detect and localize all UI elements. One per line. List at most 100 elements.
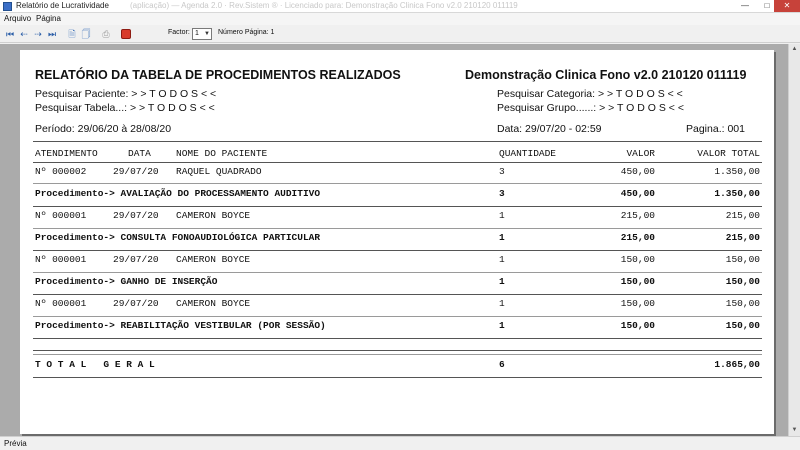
table-row: Nº 000001 29/07/20 CAMERON BOYCE 1 215,0… <box>20 210 774 224</box>
grand-total-value: 1.865,00 <box>714 359 760 370</box>
two-pages-icon[interactable]: 🗍 <box>80 28 92 40</box>
procedure-row: Procedimento-> REABILITAÇÃO VESTIBULAR (… <box>20 320 774 334</box>
grand-total-quantity: 6 <box>499 359 505 370</box>
procedure-value: 150,00 <box>620 276 655 287</box>
first-page-icon[interactable]: ⏮ <box>4 28 16 40</box>
procedure-row: Procedimento-> GANHO DE INSERÇÃO 1 150,0… <box>20 276 774 290</box>
row-divider <box>33 316 762 317</box>
group-divider <box>33 338 762 339</box>
procedure-total: 150,00 <box>725 276 760 287</box>
next-page-icon[interactable]: ⇢ <box>32 28 44 40</box>
grand-total-row: T O T A L G E R A L 6 1.865,00 <box>20 359 774 373</box>
row-patient-name: CAMERON BOYCE <box>176 298 251 309</box>
menu-arquivo[interactable]: Arquivo <box>4 14 31 23</box>
procedure-row: Procedimento-> CONSULTA FONOAUDIOLÓGICA … <box>20 232 774 246</box>
total-top-rule-2 <box>33 354 762 355</box>
status-bar: Prévia <box>0 436 800 450</box>
procedure-quantity: 1 <box>499 320 505 331</box>
report-window: Relatório de Lucratividade (aplicação) —… <box>0 0 800 450</box>
procedure-total: 215,00 <box>725 232 760 243</box>
row-number: Nº 000001 <box>35 298 87 309</box>
table-row: Nº 000002 29/07/20 RAQUEL QUADRADO 3 450… <box>20 166 774 180</box>
procedure-label: Procedimento-> GANHO DE INSERÇÃO <box>35 276 218 287</box>
stop-icon[interactable] <box>121 29 131 39</box>
procedure-value: 215,00 <box>620 232 655 243</box>
procedure-label: Procedimento-> AVALIAÇÃO DO PROCESSAMENT… <box>35 188 321 199</box>
row-date: 29/07/20 <box>113 254 159 265</box>
row-quantity: 3 <box>499 166 505 177</box>
group-divider <box>33 294 762 295</box>
window-title-faded: (aplicação) — Agenda 2.0 · Rev.Sistem ® … <box>130 1 518 10</box>
report-title: RELATÓRIO DA TABELA DE PROCEDIMENTOS REA… <box>35 68 401 82</box>
previous-page-icon[interactable]: ⇠ <box>18 28 30 40</box>
total-top-rule <box>33 350 762 351</box>
close-button[interactable]: ✕ <box>774 0 800 12</box>
procedure-label: Procedimento-> REABILITAÇÃO VESTIBULAR (… <box>35 320 326 331</box>
row-total: 215,00 <box>725 210 760 221</box>
toolbar: ⏮ ⇠ ⇢ ⏭ 🗎 🗍 ⎙ Factor: 1 ▼ Número Página:… <box>0 25 800 43</box>
row-total: 150,00 <box>725 254 760 265</box>
procedure-quantity: 1 <box>499 232 505 243</box>
row-patient-name: CAMERON BOYCE <box>176 254 251 265</box>
table-row: Nº 000001 29/07/20 CAMERON BOYCE 1 150,0… <box>20 254 774 268</box>
total-bottom-rule <box>33 377 762 378</box>
row-patient-name: CAMERON BOYCE <box>176 210 251 221</box>
procedure-total: 150,00 <box>725 320 760 331</box>
chevron-down-icon: ▼ <box>204 31 210 37</box>
col-atendimento: ATENDIMENTO <box>35 148 98 159</box>
report-preview-area[interactable]: RELATÓRIO DA TABELA DE PROCEDIMENTOS REA… <box>0 44 788 436</box>
row-quantity: 1 <box>499 210 505 221</box>
row-divider <box>33 272 762 273</box>
factor-label: Factor: <box>168 29 190 36</box>
row-quantity: 1 <box>499 298 505 309</box>
header-divider <box>33 141 762 142</box>
row-value: 150,00 <box>620 254 655 265</box>
row-value: 450,00 <box>620 166 655 177</box>
menu-pagina[interactable]: Página <box>36 14 61 23</box>
col-paciente: NOME DO PACIENTE <box>176 148 268 159</box>
print-icon[interactable]: ⎙ <box>100 28 112 40</box>
filter-tabela: Pesquisar Tabela...: > > T O D O S < < <box>35 102 215 114</box>
procedure-value: 150,00 <box>620 320 655 331</box>
row-number: Nº 000001 <box>35 254 87 265</box>
vertical-scrollbar[interactable]: ▲ ▼ <box>788 44 800 436</box>
table-row: Nº 000001 29/07/20 CAMERON BOYCE 1 150,0… <box>20 298 774 312</box>
col-valor-total: VALOR TOTAL <box>697 148 760 159</box>
status-text: Prévia <box>4 439 27 448</box>
row-date: 29/07/20 <box>113 166 159 177</box>
row-quantity: 1 <box>499 254 505 265</box>
scroll-down-icon[interactable]: ▼ <box>789 425 800 436</box>
columns-divider <box>33 162 762 163</box>
filter-grupo: Pesquisar Grupo......: > > T O D O S < < <box>497 102 684 114</box>
last-page-icon[interactable]: ⏭ <box>46 28 58 40</box>
filter-categoria: Pesquisar Categoria: > > T O D O S < < <box>497 88 683 100</box>
page-number: Pagina.: 001 <box>686 123 745 135</box>
row-total: 150,00 <box>725 298 760 309</box>
row-value: 215,00 <box>620 210 655 221</box>
report-date: Data: 29/07/20 - 02:59 <box>497 123 602 135</box>
procedure-quantity: 3 <box>499 188 505 199</box>
page-number-label: Número Página: 1 <box>218 29 275 36</box>
scroll-up-icon[interactable]: ▲ <box>789 44 800 55</box>
report-page: RELATÓRIO DA TABELA DE PROCEDIMENTOS REA… <box>20 50 774 434</box>
menu-bar: Arquivo Página <box>0 13 800 25</box>
row-date: 29/07/20 <box>113 210 159 221</box>
col-quantidade: QUANTIDADE <box>499 148 557 159</box>
window-title: Relatório de Lucratividade <box>16 1 109 10</box>
periodo: Período: 29/06/20 à 28/08/20 <box>35 123 172 135</box>
grand-total-label: T O T A L G E R A L <box>35 359 155 370</box>
title-bar: Relatório de Lucratividade (aplicação) —… <box>0 0 800 13</box>
filter-paciente: Pesquisar Paciente: > > T O D O S < < <box>35 88 217 100</box>
procedure-quantity: 1 <box>499 276 505 287</box>
col-data: DATA <box>128 148 151 159</box>
single-page-icon[interactable]: 🗎 <box>66 28 78 40</box>
procedure-value: 450,00 <box>620 188 655 199</box>
factor-select[interactable]: 1 ▼ <box>192 28 212 40</box>
row-number: Nº 000002 <box>35 166 87 177</box>
col-valor: VALOR <box>626 148 655 159</box>
row-number: Nº 000001 <box>35 210 87 221</box>
row-patient-name: RAQUEL QUADRADO <box>176 166 262 177</box>
minimize-button[interactable]: — <box>734 0 756 12</box>
row-divider <box>33 228 762 229</box>
procedure-total: 1.350,00 <box>714 188 760 199</box>
